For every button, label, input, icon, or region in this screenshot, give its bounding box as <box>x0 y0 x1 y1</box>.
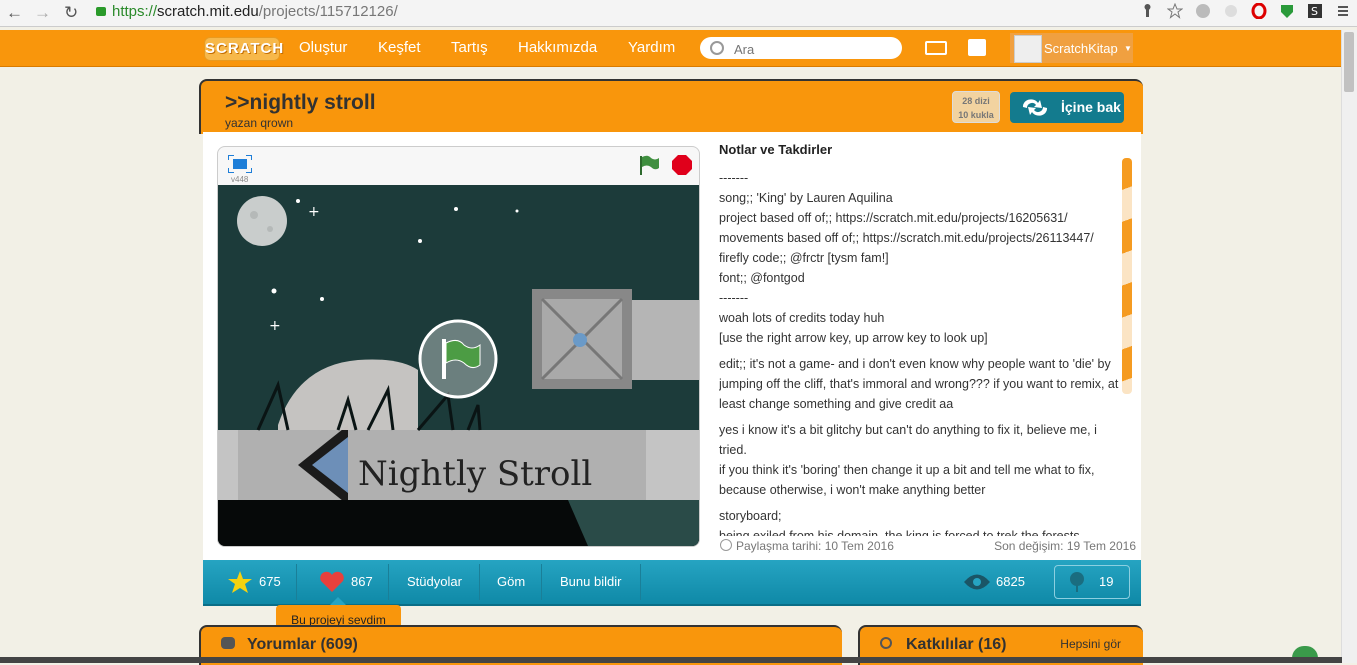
clock-icon <box>720 539 732 551</box>
remix-tree-button[interactable]: 19 <box>1054 565 1130 599</box>
project-dates: Paylaşma tarihi: 10 Tem 2016 Son değişim… <box>718 536 1138 556</box>
search-box <box>700 37 902 59</box>
notes-line[interactable]: firefly code;; @frctr [tysm fam!] <box>719 248 1119 268</box>
views-count: 6825 <box>996 574 1025 589</box>
svg-text:+: + <box>269 318 281 334</box>
sprite-count: 10 kukla <box>958 110 994 120</box>
remix-arrows-icon <box>1022 99 1048 116</box>
moon-icon <box>237 196 287 246</box>
chevron-down-icon: ▼ <box>1124 44 1132 53</box>
key-icon[interactable] <box>1139 3 1155 19</box>
menu-explore[interactable]: Keşfet <box>378 39 421 56</box>
page-scrollbar[interactable] <box>1341 30 1357 663</box>
globe-icon[interactable] <box>1195 3 1211 19</box>
project-header: >>nightly stroll yazan qrown 28 dizi 10 … <box>199 79 1143 134</box>
notes-line[interactable]: font;; @fontgod <box>719 268 1119 288</box>
scrollbar-thumb[interactable] <box>1344 32 1354 92</box>
site-header: SCRATCH Oluştur Keşfet Tartış Hakkımızda… <box>0 30 1357 67</box>
bottom-edge <box>0 657 1342 663</box>
menu-help[interactable]: Yardım <box>628 39 675 56</box>
search-input[interactable] <box>732 39 896 59</box>
project-player: v448 + + Nightly Stroll <box>217 146 700 547</box>
version-label: v448 <box>231 175 249 184</box>
menu-discuss[interactable]: Tartış <box>451 39 488 56</box>
studio-count: 28 dizi <box>962 96 990 106</box>
mail-icon[interactable] <box>925 41 947 55</box>
shield-icon[interactable] <box>1279 3 1295 19</box>
credits-icon <box>880 637 892 649</box>
stage-banner-text: Nightly Stroll <box>358 454 592 494</box>
comment-icon <box>221 637 235 649</box>
stop-icon[interactable] <box>672 155 692 175</box>
scratch-logo[interactable]: SCRATCH <box>204 37 283 61</box>
menu-about[interactable]: Hakkımızda <box>518 39 597 56</box>
favorites-count: 675 <box>259 574 281 589</box>
username: ScratchKitap <box>1044 41 1118 56</box>
project-title: >>nightly stroll <box>225 91 376 114</box>
menu-icon[interactable] <box>1335 3 1351 19</box>
reload-icon[interactable]: ↻ <box>64 3 78 23</box>
see-all-link[interactable]: Hepsini gör <box>1060 637 1121 651</box>
notes-line: song;; 'King' by Lauren Aquilina <box>719 191 893 205</box>
notes-line[interactable]: project based off of;; https://scratch.m… <box>719 208 1119 228</box>
opera-icon[interactable] <box>1251 2 1267 20</box>
notes-line: ------- <box>719 171 749 185</box>
svg-text:S: S <box>1311 5 1318 18</box>
project-stage[interactable]: + + Nightly Stroll <box>218 185 699 546</box>
report-button[interactable]: Bunu bildir <box>560 560 621 604</box>
studios-button[interactable]: Stüdyolar <box>407 560 462 604</box>
comments-title: Yorumlar (609) <box>247 636 358 653</box>
browser-toolbar: ← → ↻ https://scratch.mit.edu/projects/1… <box>0 0 1357 27</box>
see-inside-button[interactable]: İçine bak <box>1010 92 1124 123</box>
loves-count: 867 <box>351 574 373 589</box>
notes-paragraph: edit;; it's not a game- and i don't even… <box>719 357 1119 411</box>
remixes-count: 19 <box>1099 574 1114 589</box>
stage-canvas[interactable]: + + Nightly Stroll <box>218 185 699 546</box>
green-flag-icon[interactable] <box>638 154 660 176</box>
search-icon <box>710 41 724 55</box>
extension-s-icon[interactable]: S <box>1307 3 1323 19</box>
project-counts: 28 dizi 10 kukla <box>952 91 1000 123</box>
url-host: scratch.mit.edu <box>157 3 259 20</box>
notes-paragraph: if you think it's 'boring' then change i… <box>719 463 1095 497</box>
notes-content: ------- song;; 'King' by Lauren Aquilina… <box>719 168 1119 536</box>
my-stuff-icon[interactable] <box>968 39 986 56</box>
notes-line: [use the right arrow key, up arrow key t… <box>719 331 988 345</box>
notes-scrollbar[interactable] <box>1122 158 1132 394</box>
notes-line[interactable]: movements based off of;; https://scratch… <box>719 228 1119 248</box>
modified-date: Son değişim: 19 Tem 2016 <box>994 539 1136 553</box>
extension-icons: S <box>1139 2 1351 20</box>
url-scheme: https:// <box>112 3 158 20</box>
lock-icon <box>96 7 106 16</box>
notes-line: ------- <box>719 291 749 305</box>
back-icon[interactable]: ← <box>6 3 23 23</box>
eye-icon <box>964 574 990 590</box>
project-main: v448 + + Nightly Stroll Notlar ve Takdir… <box>203 132 1141 560</box>
shared-date: Paylaşma tarihi: 10 Tem 2016 <box>736 539 894 553</box>
bookmark-star-icon[interactable] <box>1166 2 1184 19</box>
address-bar[interactable]: https://scratch.mit.edu/projects/1157121… <box>92 2 1142 22</box>
embed-button[interactable]: Göm <box>497 560 525 604</box>
fullscreen-icon[interactable] <box>228 155 252 173</box>
notes-title: Notlar ve Takdirler <box>719 142 833 157</box>
see-inside-label: İçine bak <box>1061 99 1121 115</box>
avatar <box>1014 35 1042 63</box>
forward-icon[interactable]: → <box>34 3 51 23</box>
url-path: /projects/115712126/ <box>258 3 398 20</box>
svg-text:+: + <box>308 204 320 220</box>
remix-tree-icon <box>1070 572 1084 592</box>
user-menu[interactable]: ScratchKitap ▼ <box>1010 33 1133 63</box>
heart-icon[interactable] <box>319 571 345 593</box>
notes-paragraph: storyboard; <box>719 509 782 523</box>
credits-title: Katkılılar (16) <box>906 636 1007 653</box>
puzzle-icon[interactable] <box>1223 3 1239 19</box>
star-icon[interactable] <box>228 571 252 593</box>
menu-create[interactable]: Oluştur <box>299 39 347 56</box>
notes-paragraph: being exiled from his domain, the king i… <box>719 529 1080 536</box>
notes-line: woah lots of credits today huh <box>719 311 885 325</box>
project-author[interactable]: yazan qrown <box>225 116 293 130</box>
notes-paragraph: yes i know it's a bit glitchy but can't … <box>719 423 1097 457</box>
